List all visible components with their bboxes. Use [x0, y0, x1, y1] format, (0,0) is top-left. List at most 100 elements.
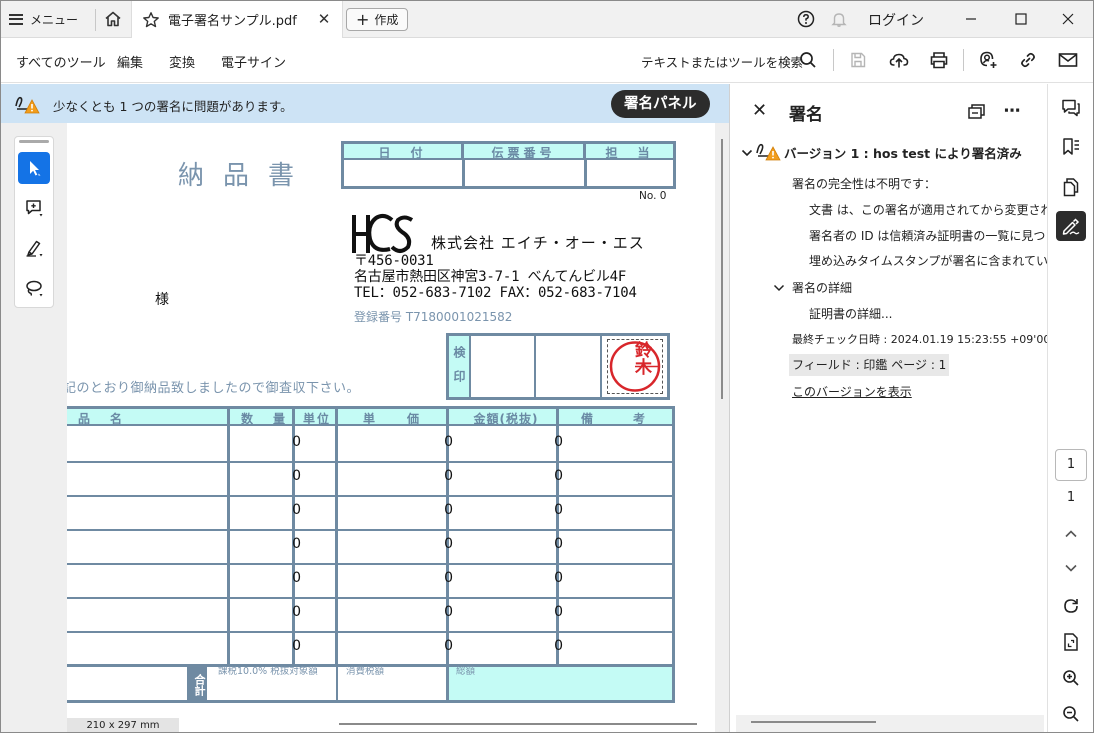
create-label: 作成	[374, 13, 399, 27]
highlight-tool-button[interactable]	[18, 232, 50, 264]
divider	[534, 336, 536, 397]
divider	[227, 409, 230, 664]
row-amount: 0	[554, 502, 563, 518]
divider	[336, 667, 338, 700]
row-unit-price: 0	[444, 502, 453, 518]
tab-convert[interactable]: 変換	[169, 52, 195, 71]
chevron-down-icon	[1065, 564, 1077, 572]
zoom-out-button[interactable]	[1056, 699, 1086, 729]
row-unit-price: 0	[444, 468, 453, 484]
share-user-icon[interactable]	[977, 49, 999, 71]
view-version-link[interactable]: このバージョンを表示	[792, 383, 912, 400]
comments-icon	[1062, 99, 1080, 117]
certificate-details-link[interactable]: 証明書の詳細...	[809, 305, 892, 322]
row-quantity: 0	[292, 502, 301, 518]
panel-horizontal-scrollbar[interactable]	[751, 721, 876, 723]
help-icon[interactable]	[796, 9, 816, 29]
vertical-scrollbar[interactable]	[721, 139, 723, 399]
bell-icon[interactable]	[829, 9, 849, 29]
divider	[963, 49, 964, 71]
delivery-notice: 記のとおり御納品致しましたので御査収下さい。	[67, 381, 361, 396]
pdf-page: 納品書 日 付 伝票番号 担 当 No. 0 株式会社 エイチ・オー・エス 〒4…	[67, 123, 715, 732]
row-amount: 0	[554, 434, 563, 450]
col-unit: 単位	[302, 412, 331, 426]
pages-icon	[1063, 178, 1079, 197]
document-tab[interactable]: 電子署名サンプル.pdf ✕	[131, 1, 343, 38]
add-comment-button[interactable]	[18, 192, 50, 224]
search-tools-label[interactable]: テキストまたはツールを検索	[641, 52, 803, 71]
document-viewer[interactable]: 納品書 日 付 伝票番号 担 当 No. 0 株式会社 エイチ・オー・エス 〒4…	[1, 123, 730, 732]
plus-icon: +	[356, 9, 370, 29]
close-panel-icon[interactable]: ✕	[752, 100, 767, 121]
divider	[462, 160, 465, 186]
bookmarks-button[interactable]	[1056, 132, 1086, 162]
signature-warning-icon	[756, 143, 781, 161]
inspection-label: 検印	[449, 336, 471, 397]
tab-all-tools[interactable]: すべてのツール	[16, 52, 106, 71]
page-size-indicator: 210 x 297 mm	[67, 718, 179, 732]
header-col-staff: 担 当	[586, 144, 673, 160]
col-quantity: 数 量	[240, 412, 289, 426]
link-icon[interactable]	[1017, 49, 1039, 71]
col-amount: 金額(税抜)	[473, 412, 539, 426]
close-tab-icon[interactable]: ✕	[316, 11, 332, 27]
row-amount: 0	[554, 570, 563, 586]
page-number-input[interactable]: 1	[1055, 449, 1087, 481]
row-amount: 0	[554, 536, 563, 552]
signature-pen-icon	[1062, 218, 1080, 235]
fit-page-button[interactable]	[1056, 627, 1086, 657]
login-button[interactable]: ログイン	[868, 10, 924, 30]
tab-edit[interactable]: 編集	[117, 52, 143, 71]
row-quantity: 0	[292, 638, 301, 654]
field-info[interactable]: フィールド : 印鑑 ページ : 1	[789, 354, 950, 376]
cloud-upload-icon[interactable]	[888, 49, 910, 71]
chevron-down-icon[interactable]	[773, 283, 785, 293]
tax-amount-label: 消費税額	[346, 666, 385, 677]
header-col-date: 日 付	[344, 144, 464, 160]
signature-field[interactable]: 鈴木	[607, 339, 663, 394]
header-table: 日 付 伝票番号 担 当	[341, 141, 676, 189]
save-icon[interactable]	[847, 49, 869, 71]
previous-page-button[interactable]	[1056, 519, 1086, 549]
minimize-button[interactable]	[956, 6, 986, 32]
menu-button[interactable]: メニュー	[9, 7, 78, 31]
comments-button[interactable]	[1056, 93, 1086, 123]
page-total: 1	[1066, 490, 1076, 505]
select-tool-button[interactable]	[18, 152, 50, 184]
signature-panel-button[interactable]: 署名パネル	[611, 90, 710, 118]
divider	[600, 336, 602, 397]
zoom-in-button[interactable]	[1056, 663, 1086, 693]
close-window-button[interactable]	[1053, 6, 1083, 32]
chevron-down-icon[interactable]	[741, 148, 753, 158]
search-icon[interactable]	[797, 49, 819, 71]
more-options-icon[interactable]: ⋯	[1001, 100, 1023, 122]
mail-icon[interactable]	[1057, 49, 1079, 71]
refresh-icon	[1064, 599, 1078, 613]
last-checked-time: 最終チェック日時 : 2024.01.19 15:23:55 +09'00'	[792, 333, 1047, 346]
divider	[335, 409, 338, 664]
integrity-detail-1: 文書 は、この署名が適用されてから変更されて	[809, 203, 1047, 217]
cursor-icon	[30, 161, 41, 176]
rail-grip[interactable]	[19, 140, 49, 143]
signatures-panel-button[interactable]	[1056, 211, 1086, 241]
maximize-icon	[1015, 13, 1027, 25]
draw-tool-button[interactable]	[18, 272, 50, 304]
horizontal-scrollbar[interactable]	[339, 723, 697, 725]
validate-all-icon[interactable]	[966, 100, 988, 122]
star-icon[interactable]	[142, 11, 160, 29]
home-icon	[105, 11, 121, 27]
tab-e-sign[interactable]: 電子サイン	[221, 52, 286, 71]
signature-details-toggle[interactable]: 署名の詳細	[792, 279, 852, 296]
next-page-button[interactable]	[1056, 553, 1086, 583]
seal-text: 鈴木	[631, 341, 651, 375]
home-button[interactable]	[101, 7, 125, 31]
signature-version-title[interactable]: バージョン 1 : hos test により署名済み	[784, 143, 1022, 162]
pages-button[interactable]	[1056, 172, 1086, 202]
print-icon[interactable]	[928, 49, 950, 71]
row-quantity: 0	[292, 570, 301, 586]
maximize-button[interactable]	[1006, 6, 1036, 32]
create-button[interactable]: + 作成	[346, 8, 409, 31]
tab-title: 電子署名サンプル.pdf	[168, 14, 297, 29]
rotate-button[interactable]	[1056, 591, 1086, 621]
document-number: No. 0	[639, 190, 667, 202]
